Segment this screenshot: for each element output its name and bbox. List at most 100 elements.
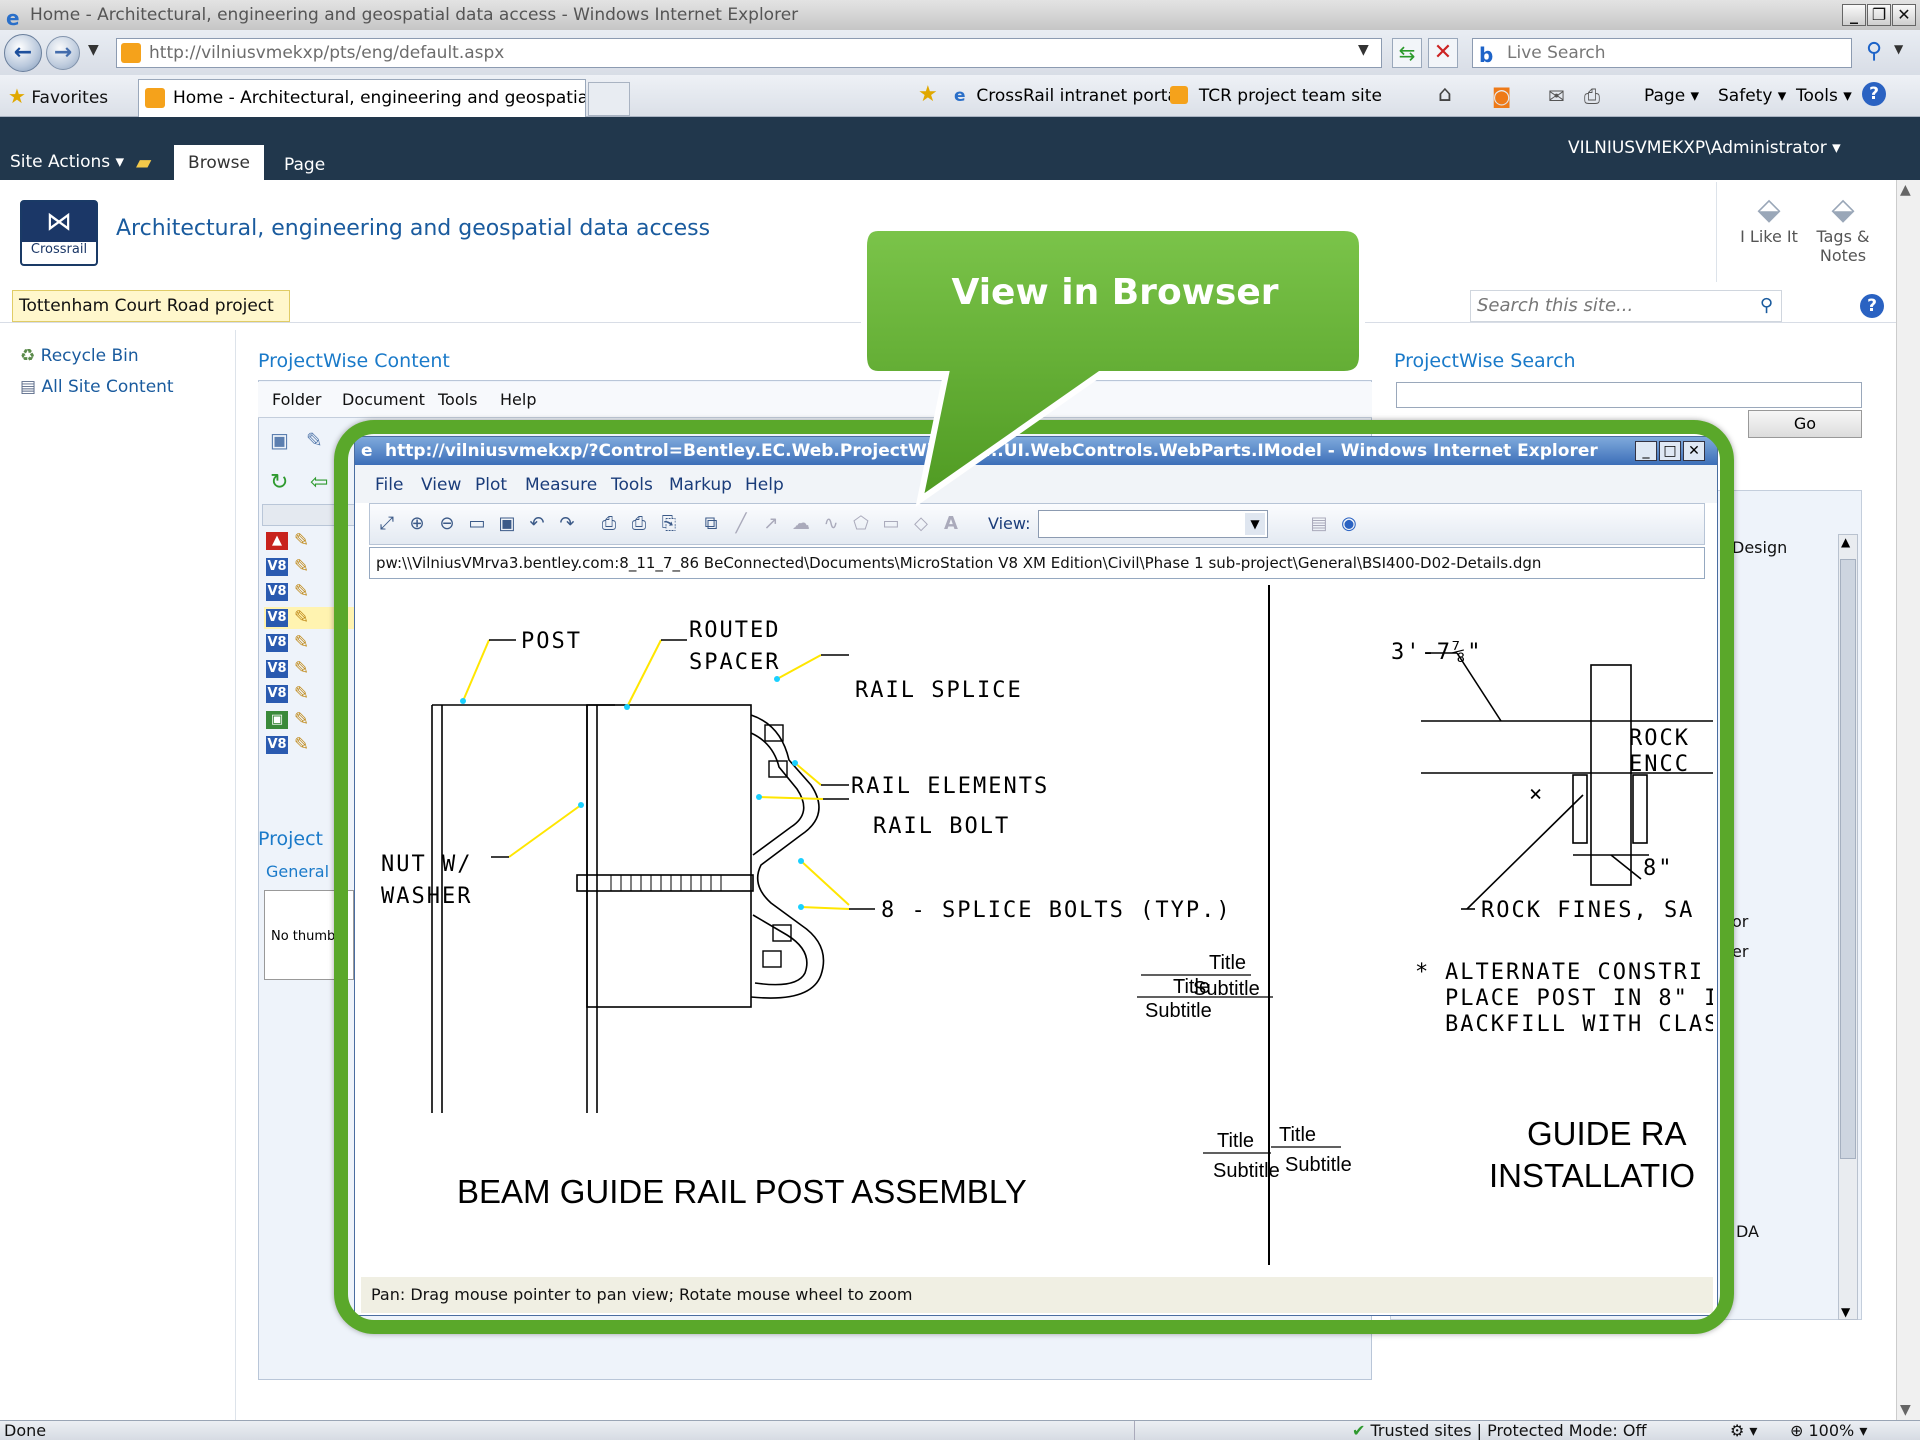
read-mail-icon[interactable]: ✉	[1548, 84, 1565, 108]
pw-refresh-icon[interactable]: ↻	[270, 470, 288, 495]
tab-browse-label: Browse	[188, 153, 250, 173]
site-actions-menu[interactable]: Site Actions ▾	[10, 152, 124, 172]
site-search-placeholder: Search this site...	[1477, 295, 1634, 316]
scroll-down-icon[interactable]: ▼	[1841, 1305, 1850, 1319]
navigate-up-icon[interactable]: ▰	[136, 150, 151, 174]
status-panels	[1134, 1421, 1314, 1440]
results-scrollbar[interactable]: ▲ ▼	[1838, 534, 1858, 1320]
tools-menu[interactable]: Tools ▾	[1796, 86, 1852, 106]
user-menu[interactable]: VILNIUSVMEKXP\Administrator ▾	[1568, 138, 1841, 158]
edit-pencil-icon[interactable]: ✎	[294, 734, 309, 755]
link-crossrail-label: CrossRail intranet portal	[976, 86, 1183, 106]
general-tab[interactable]: General	[266, 862, 329, 881]
security-zone-label: Trusted sites | Protected Mode: Off	[1370, 1421, 1647, 1440]
microstation-file-icon: V8	[266, 634, 288, 652]
edit-pencil-icon[interactable]: ✎	[294, 683, 309, 704]
search-options-icon[interactable]: ▼	[1894, 42, 1903, 56]
all-site-content-label: All Site Content	[41, 377, 174, 397]
pw-menu-document[interactable]: Document	[342, 390, 425, 409]
protected-mode-icon[interactable]: ⚙ ▾	[1730, 1421, 1757, 1440]
callout-bubble	[861, 225, 1365, 507]
microstation-file-icon: V8	[266, 736, 288, 754]
restore-button[interactable]: ❐	[1867, 4, 1891, 26]
pw-search-input[interactable]	[1396, 382, 1862, 408]
link-tcr-team-site[interactable]: TCR project team site	[1170, 86, 1382, 106]
crossrail-logo[interactable]: ⋈ Crossrail	[20, 200, 98, 266]
back-button[interactable]: ←	[4, 34, 42, 72]
edit-pencil-icon[interactable]: ✎	[294, 556, 309, 577]
result-fragment-er: er	[1732, 942, 1749, 961]
no-thumbnail-text: No thumb	[271, 929, 336, 944]
pw-menu-help[interactable]: Help	[500, 390, 536, 409]
page-scroll-up-icon[interactable]: ▲	[1900, 182, 1911, 198]
edit-pencil-icon[interactable]: ✎	[294, 632, 309, 653]
edit-pencil-icon[interactable]: ✎	[294, 607, 309, 628]
home-icon[interactable]: ⌂	[1438, 82, 1452, 107]
site-search-input[interactable]: Search this site... ⚲	[1470, 290, 1782, 322]
edit-pencil-icon[interactable]: ✎	[294, 581, 309, 602]
favorites-label: Favorites	[31, 88, 109, 108]
new-tab-button[interactable]	[588, 82, 630, 116]
pw-edit-icon[interactable]: ✎	[306, 428, 323, 452]
help-icon[interactable]: ?	[1862, 82, 1886, 106]
page-scroll-down-icon[interactable]: ▼	[1900, 1402, 1911, 1418]
scroll-up-icon[interactable]: ▲	[1841, 535, 1850, 549]
safety-menu[interactable]: Safety ▾	[1718, 86, 1786, 106]
site-actions-label: Site Actions	[10, 152, 111, 172]
favorites-button[interactable]: ★ Favorites	[8, 84, 108, 108]
ie-title-bar: e Home - Architectural, engineering and …	[0, 0, 1920, 30]
browser-tab[interactable]: Home - Architectural, engineering and ge…	[138, 79, 586, 117]
feeds-icon[interactable]: ◙	[1492, 84, 1511, 108]
recycle-bin-label: Recycle Bin	[40, 346, 139, 366]
close-button[interactable]: ✕	[1892, 4, 1916, 26]
site-title[interactable]: Architectural, engineering and geospatia…	[116, 216, 710, 241]
go-button[interactable]: Go	[1748, 410, 1862, 438]
zoom-control[interactable]: ⊕ 100% ▾	[1790, 1421, 1867, 1440]
tags-notes-button[interactable]: ⬙ Tags & Notes	[1808, 192, 1878, 265]
minimize-button[interactable]: _	[1842, 4, 1866, 26]
i-like-it-button[interactable]: ⬙ I Like It	[1734, 192, 1804, 246]
page-scrollbar[interactable]: ▲ ▼	[1896, 180, 1920, 1420]
sharepoint-page-icon	[1170, 86, 1188, 104]
pw-new-doc-icon[interactable]: ▣	[270, 428, 289, 452]
pw-back-icon[interactable]: ⇦	[310, 470, 328, 495]
microstation-file-icon: V8	[266, 659, 288, 678]
link-crossrail-portal[interactable]: e CrossRail intranet portal	[954, 86, 1183, 106]
ie-page-icon: e	[954, 86, 966, 106]
quick-launch-recycle-bin[interactable]: ♻ Recycle Bin	[20, 346, 139, 366]
live-search-input[interactable]: b Live Search	[1472, 38, 1852, 68]
microstation-file-icon: V8	[266, 685, 288, 703]
ie-status-bar: Done ✔ Trusted sites | Protected Mode: O…	[0, 1420, 1920, 1440]
crossrail-logo-text: Crossrail	[30, 242, 88, 257]
edit-pencil-icon[interactable]: ✎	[294, 530, 309, 551]
highlight-frame	[334, 420, 1734, 1334]
pw-menu-folder[interactable]: Folder	[272, 390, 321, 409]
star-icon: ★	[8, 84, 26, 108]
result-fragment-design: Design	[1732, 538, 1788, 557]
edit-pencil-icon[interactable]: ✎	[294, 658, 309, 679]
security-zone[interactable]: ✔ Trusted sites | Protected Mode: Off	[1352, 1421, 1646, 1440]
history-dropdown-icon[interactable]: ▼	[88, 42, 99, 58]
forward-button[interactable]: →	[46, 36, 80, 70]
tab-page[interactable]: Page	[284, 155, 325, 175]
ie-logo-icon: e	[6, 6, 20, 30]
edit-pencil-icon[interactable]: ✎	[294, 709, 309, 730]
tab-title: Home - Architectural, engineering and ge…	[173, 88, 586, 108]
results-scroll-thumb[interactable]	[1840, 559, 1856, 1159]
tab-browse[interactable]: Browse	[174, 145, 264, 180]
result-fragment-or: or	[1732, 912, 1749, 931]
site-search-icon[interactable]: ⚲	[1760, 291, 1773, 321]
refresh-icon[interactable]: ⇆	[1392, 38, 1422, 68]
breadcrumb[interactable]: Tottenham Court Road project	[12, 290, 290, 322]
quick-launch	[0, 330, 236, 1420]
address-dropdown-icon[interactable]: ▼	[1358, 42, 1369, 58]
pw-menu-tools[interactable]: Tools	[438, 390, 477, 409]
print-icon[interactable]: ⎙	[1584, 84, 1600, 108]
stop-icon[interactable]: ✕	[1428, 38, 1458, 68]
search-go-icon[interactable]: ⚲	[1860, 38, 1888, 68]
page-menu[interactable]: Page ▾	[1644, 86, 1699, 106]
sp-help-icon[interactable]: ?	[1860, 294, 1884, 318]
quick-launch-all-site-content[interactable]: ▤ All Site Content	[20, 377, 174, 397]
address-bar[interactable]: http://vilniusvmekxp/pts/eng/default.asp…	[116, 38, 1382, 68]
add-favorite-icon[interactable]: ★	[918, 82, 938, 107]
